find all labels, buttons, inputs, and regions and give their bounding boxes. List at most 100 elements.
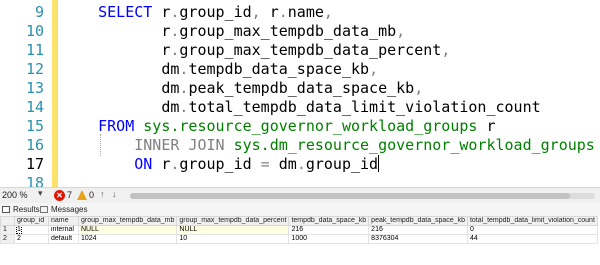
next-issue-button[interactable]: ↓ [112,189,117,199]
code-line[interactable]: ON r.group_id = dm.group_id [62,155,380,174]
column-header[interactable]: group_id [14,216,49,226]
code-token: dm [62,60,180,78]
grid-cell[interactable]: 1 [14,225,49,235]
line-number: 14 [25,98,44,116]
code-token: , [441,41,451,59]
grid-icon [2,206,10,213]
tab-results-label: Results [13,205,40,214]
code-token: sys.resource_governor_workload_groups [134,117,478,135]
row-number[interactable]: 2 [0,234,15,244]
line-number: 18 [25,174,44,187]
column-header[interactable]: group_max_tempdb_data_percent [176,216,290,226]
code-line[interactable]: r.group_max_tempdb_data_mb, [62,22,405,41]
cell-value: 1024 [81,235,97,243]
scrollbar-thumb[interactable] [130,193,570,199]
grid-cell[interactable]: 1000 [288,234,370,244]
results-table: group_id name group_max_tempdb_data_mb grou… [0,216,598,244]
code-line[interactable]: dm.total_tempdb_data_limit_violation_cou… [62,98,541,117]
cell-value: 1 [3,226,7,234]
code-token: , [369,60,379,78]
zoom-level[interactable]: 200 % [2,190,28,200]
code-line[interactable]: r.group_max_tempdb_data_percent, [62,41,450,60]
column-header[interactable] [0,216,15,226]
cell-value: 8376304 [371,235,399,243]
results-tab-strip: Results Messages [0,203,600,216]
line-number: 10 [25,22,44,40]
table-row[interactable]: 1 1 internal NULL NULL 216 216 0 [0,225,598,235]
line-number: 9 [34,3,44,21]
previous-issue-button[interactable]: ↑ [100,189,105,199]
column-header[interactable]: peak_tempdb_data_space_kb [368,216,468,226]
line-number-gutter: 9 10 11 12 13 14 15 16 17 18 [0,0,52,187]
code-line[interactable]: dm.tempdb_data_space_kb, [62,60,378,79]
code-line[interactable]: SELECT r.group_id, r.name, [62,3,333,22]
line-number: 16 [25,136,44,154]
row-number[interactable]: 1 [0,225,15,235]
grid-cell[interactable]: NULL [176,225,290,235]
code-token: group_max_tempdb_data_percent [179,41,442,59]
grid-cell[interactable]: 1024 [77,234,178,244]
change-tracking-bar [52,0,58,187]
tab-messages[interactable]: Messages [38,204,87,216]
column-header[interactable]: total_tempdb_data_limit_violation_count [466,216,598,226]
code-token: r [152,3,171,21]
cell-value: default [51,235,73,243]
line-number: 17 [25,155,44,173]
warning-icon [77,190,87,200]
line-number: 15 [25,117,44,135]
code-token: r [260,3,279,21]
zoom-dropdown-icon[interactable]: ▾ [38,188,43,199]
grid-cell[interactable]: 0 [466,225,598,235]
code-token: , [396,22,406,40]
code-token: dm [62,79,180,97]
code-token: ON [134,155,153,173]
cell-value: 216 [371,226,383,234]
code-token: name [287,3,324,21]
code-line[interactable]: FROM sys.resource_governor_workload_grou… [62,117,495,136]
code-token: INNER [134,136,180,154]
code-token: JOIN [188,136,225,154]
code-token: peak_tempdb_data_space_kb [188,79,415,97]
grid-cell[interactable]: 44 [466,234,598,244]
grid-cell[interactable]: NULL [77,225,178,235]
code-token: = [251,155,279,173]
code-token: group_id [305,155,379,173]
grid-cell[interactable]: 216 [288,225,370,235]
column-header[interactable]: tempdb_data_space_kb [288,216,370,226]
grid-cell[interactable]: internal [48,225,79,235]
grid-cell[interactable]: 2 [14,234,49,244]
results-grid[interactable]: group_id name group_max_tempdb_data_mb grou… [0,216,600,265]
code-token: total_tempdb_data_limit_violation_count [188,98,541,116]
cell-value: 2 [17,235,21,243]
code-token: , [323,3,333,21]
line-number: 13 [25,79,44,97]
text-caret [378,155,380,172]
cell-value: 0 [469,226,474,234]
code-line[interactable]: INNER JOIN sys.dm_resource_governor_work… [62,136,600,155]
grid-cell[interactable]: 216 [368,225,468,235]
grid-cell[interactable]: 8376304 [368,234,468,244]
table-row[interactable]: 2 2 default 1024 10 1000 8376304 44 [0,234,598,244]
line-number: 12 [25,60,44,78]
cell-value: 216 [291,226,304,234]
error-icon: ✕ [54,190,65,201]
code-token: group_id [179,3,252,21]
column-header[interactable]: name [48,216,79,226]
code-token: dm [278,155,297,173]
tab-results[interactable]: Results [0,204,40,216]
messages-icon [40,206,48,213]
column-header[interactable]: group_max_tempdb_data_mb [77,216,178,226]
code-token: r [62,22,171,40]
code-line[interactable]: dm.peak_tempdb_data_space_kb, [62,79,423,98]
code-token: , [251,3,261,21]
cell-value: 10 [179,235,188,243]
horizontal-scrollbar[interactable] [130,193,595,199]
code-token: tempdb_data_space_kb [188,60,370,78]
grid-cell[interactable]: 10 [176,234,290,244]
query-editor[interactable]: 9 10 11 12 13 14 15 16 17 18 SELECT r.group_id, r… [0,0,600,187]
grid-cell[interactable]: default [48,234,79,244]
code-token: , [414,79,424,97]
